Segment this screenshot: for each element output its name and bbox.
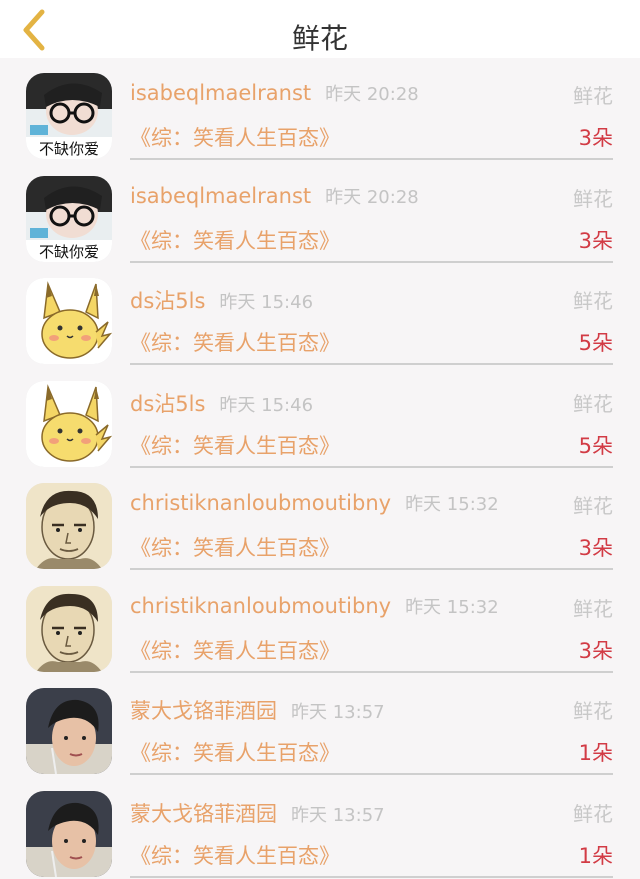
avatar-yellow-creature-image [26,278,112,364]
timestamp: 昨天 13:57 [291,702,385,723]
gift-record-list: 不缺你爱 isabeqlmaelranst 昨天 20:28 鲜花 《综：笑看人生百态》… [0,58,640,878]
back-button[interactable] [14,6,54,54]
record-content: 蒙大戈铬菲酒园 昨天 13:57 鲜花《综：笑看人生百态》 1朵 [130,790,613,878]
book-title-link[interactable]: 《综：笑看人生百态》 [130,225,340,255]
gift-type-label: 鲜花 [573,289,613,313]
avatar-sketch-face-image [26,585,112,672]
username[interactable]: ds沾5ls [130,289,205,313]
gift-type-label: 鲜花 [573,699,613,723]
gift-record-row[interactable]: 蒙大戈铬菲酒园 昨天 13:57 鲜花《综：笑看人生百态》 1朵 [0,776,640,879]
book-title-link[interactable]: 《综：笑看人生百态》 [130,327,340,357]
username[interactable]: 蒙大戈铬菲酒园 [130,802,277,826]
flower-count: 5朵 [578,331,613,355]
avatar-caption: 不缺你爱 [39,243,99,261]
flower-count: 1朵 [578,741,613,765]
gift-record-row[interactable]: ds沾5ls 昨天 15:46 鲜花《综：笑看人生百态》 5朵 [0,263,640,366]
avatar-caption: 不缺你爱 [39,140,99,158]
avatar[interactable] [26,483,112,569]
flower-count: 5朵 [578,433,613,458]
timestamp: 昨天 15:46 [219,394,314,416]
name-line: 蒙大戈铬菲酒园 昨天 13:57 [130,798,385,828]
name-line: ds沾5ls 昨天 15:46 [130,285,313,315]
record-content: isabeqlmaelranst 昨天 20:28 鲜花《综：笑看人生百态》 3朵 [130,72,613,160]
gift-record-row[interactable]: 不缺你爱 isabeqlmaelranst 昨天 20:28 鲜花《综：笑看人生百态》… [0,161,640,264]
username[interactable]: isabeqlmaelranst [130,184,311,208]
book-title-link[interactable]: 《综：笑看人生百态》 [130,122,340,152]
username[interactable]: 蒙大戈铬菲酒园 [130,699,277,723]
username[interactable]: christiknanloubmoutibny [130,491,391,515]
avatar[interactable]: 不缺你爱 [26,175,112,262]
avatar-girl-glasses-image: 不缺你爱 [26,175,112,262]
avatar-young-man-image [26,688,112,774]
record-content: ds沾5ls 昨天 15:46 鲜花《综：笑看人生百态》 5朵 [130,277,613,365]
avatar[interactable] [26,688,112,774]
flower-count: 1朵 [578,843,613,868]
timestamp: 昨天 15:46 [219,292,314,313]
avatar[interactable] [26,278,112,364]
record-content: ds沾5ls 昨天 15:46 鲜花《综：笑看人生百态》 5朵 [130,380,613,468]
name-line: isabeqlmaelranst 昨天 20:28 [130,183,419,209]
flower-count: 3朵 [578,536,613,560]
top-bar [0,0,640,58]
flower-count: 3朵 [578,228,613,253]
avatar-sketch-face-image [26,483,112,569]
book-title-link[interactable]: 《综：笑看人生百态》 [130,635,340,665]
flower-count: 3朵 [578,638,613,663]
gift-record-row[interactable]: ds沾5ls 昨天 15:46 鲜花《综：笑看人生百态》 5朵 [0,366,640,469]
book-title-link[interactable]: 《综：笑看人生百态》 [130,737,340,767]
gift-record-row[interactable]: 蒙大戈铬菲酒园 昨天 13:57 鲜花《综：笑看人生百态》 1朵 [0,673,640,776]
record-content: christiknanloubmoutibny 昨天 15:32 鲜花《综：笑看人生… [130,585,613,673]
name-line: ds沾5ls 昨天 15:46 [130,388,313,418]
avatar-girl-glasses-image: 不缺你爱 [26,73,112,159]
gift-record-row[interactable]: christiknanloubmoutibny 昨天 15:32 鲜花《综：笑看人生… [0,571,640,674]
flower-count: 3朵 [578,126,613,150]
avatar-yellow-creature-image [26,380,112,467]
record-content: christiknanloubmoutibny 昨天 15:32 鲜花《综：笑看人生… [130,482,613,570]
gift-type-label: 鲜花 [573,494,613,518]
gift-type-label: 鲜花 [573,801,613,826]
gift-type-label: 鲜花 [573,84,613,108]
gift-type-label: 鲜花 [573,391,613,416]
avatar[interactable]: 不缺你爱 [26,73,112,159]
avatar-young-man-image [26,790,112,877]
avatar[interactable] [26,585,112,672]
timestamp: 昨天 20:28 [325,186,419,208]
record-content: isabeqlmaelranst 昨天 20:28 鲜花《综：笑看人生百态》 3朵 [130,175,613,263]
name-line: christiknanloubmoutibny 昨天 15:32 [130,490,499,516]
record-content: 蒙大戈铬菲酒园 昨天 13:57 鲜花《综：笑看人生百态》 1朵 [130,687,613,775]
gift-record-row[interactable]: christiknanloubmoutibny 昨天 15:32 鲜花《综：笑看人生… [0,468,640,571]
timestamp: 昨天 20:28 [325,84,419,105]
timestamp: 昨天 13:57 [291,804,385,826]
chevron-left-icon [23,9,45,51]
gift-record-row[interactable]: 不缺你爱 isabeqlmaelranst 昨天 20:28 鲜花《综：笑看人生百态》… [0,58,640,161]
username[interactable]: ds沾5ls [130,392,205,416]
username[interactable]: christiknanloubmoutibny [130,594,391,618]
gift-type-label: 鲜花 [573,596,613,621]
avatar[interactable] [26,790,112,877]
name-line: christiknanloubmoutibny 昨天 15:32 [130,593,499,619]
timestamp: 昨天 15:32 [405,596,499,618]
book-title-link[interactable]: 《综：笑看人生百态》 [130,532,340,562]
name-line: 蒙大戈铬菲酒园 昨天 13:57 [130,695,385,725]
avatar[interactable] [26,380,112,467]
name-line: isabeqlmaelranst 昨天 20:28 [130,80,419,106]
book-title-link[interactable]: 《综：笑看人生百态》 [130,840,340,870]
book-title-link[interactable]: 《综：笑看人生百态》 [130,430,340,460]
timestamp: 昨天 15:32 [405,494,499,515]
username[interactable]: isabeqlmaelranst [130,81,311,105]
gift-type-label: 鲜花 [573,186,613,211]
